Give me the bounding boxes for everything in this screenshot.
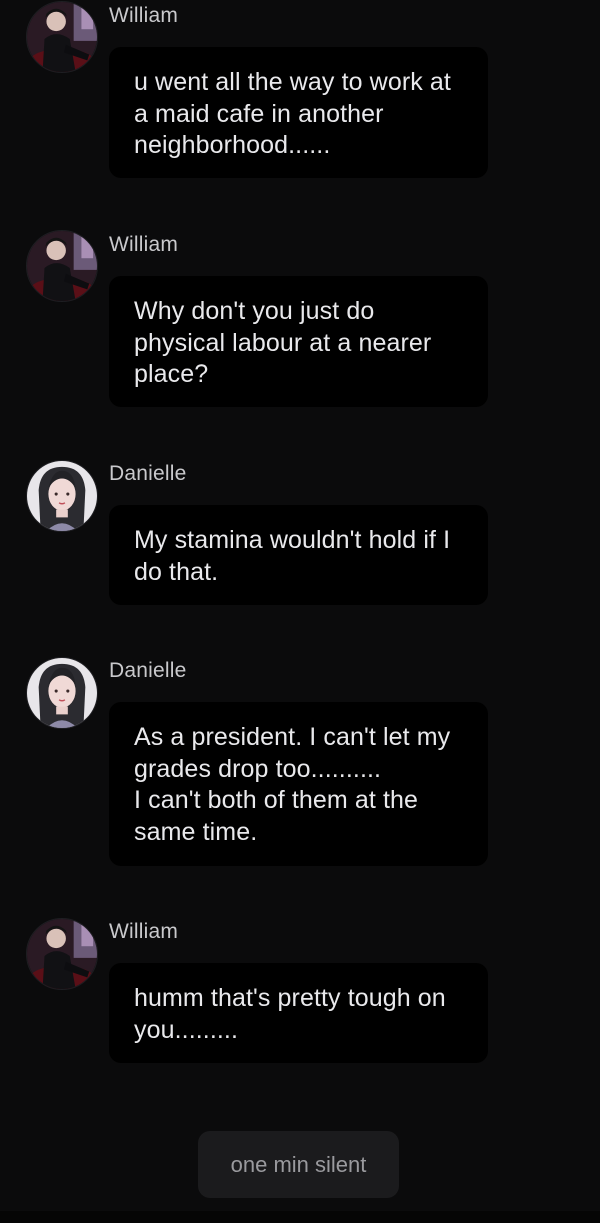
chat-log: William u went all the way to work at a … bbox=[0, 0, 600, 1223]
bottom-edge bbox=[0, 1211, 600, 1223]
sender-name: William bbox=[109, 233, 179, 256]
william-avatar[interactable] bbox=[26, 918, 98, 990]
sender-name: Danielle bbox=[109, 462, 187, 485]
william-avatar[interactable] bbox=[26, 1, 98, 73]
message-bubble: As a president. I can't let my grades dr… bbox=[109, 702, 488, 866]
one-min-silent-button[interactable]: one min silent bbox=[198, 1131, 399, 1198]
message-bubble: Why don't you just do physical labour at… bbox=[109, 276, 488, 407]
message-bubble: humm that's pretty tough on you......... bbox=[109, 963, 488, 1063]
sender-name: Danielle bbox=[109, 659, 187, 682]
danielle-avatar[interactable] bbox=[26, 460, 98, 532]
message-bubble: u went all the way to work at a maid caf… bbox=[109, 47, 488, 178]
message-bubble: My stamina wouldn't hold if I do that. bbox=[109, 505, 488, 605]
sender-name: William bbox=[109, 4, 179, 27]
sender-name: William bbox=[109, 920, 179, 943]
danielle-avatar[interactable] bbox=[26, 657, 98, 729]
william-avatar[interactable] bbox=[26, 230, 98, 302]
